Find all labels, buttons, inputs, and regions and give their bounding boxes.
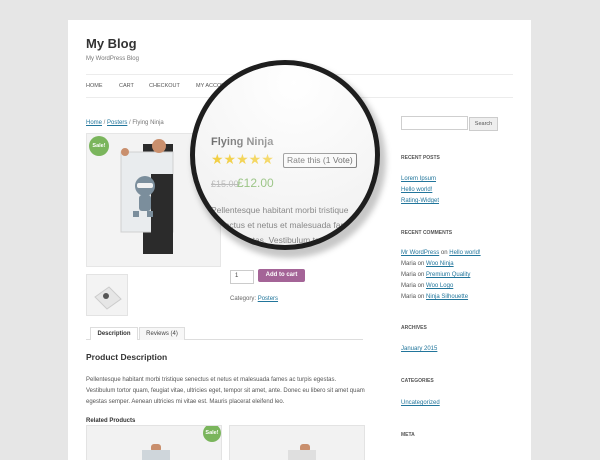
thumbnail-image — [94, 286, 122, 310]
add-to-cart-button[interactable]: Add to cart — [258, 269, 305, 282]
breadcrumb-home[interactable]: Home — [86, 120, 102, 126]
category-link[interactable]: Uncategorized — [401, 400, 440, 406]
related-product-card[interactable]: Sale! — [86, 425, 222, 460]
related-products-title: Related Products — [86, 418, 136, 424]
recent-posts-title: RECENT POSTS — [401, 155, 440, 161]
magnified-short-description: Pellentesque habitant morbi tristique se… — [211, 205, 368, 245]
search-input[interactable] — [401, 116, 468, 130]
recent-comment-item: Maria on Ninja Silhouette — [401, 294, 469, 300]
related-product-card[interactable] — [229, 425, 365, 460]
comment-post-link[interactable]: Ninja Silhouette — [426, 294, 468, 300]
sale-badge: Sale! — [89, 136, 109, 156]
archive-link[interactable]: January 2015 — [401, 346, 437, 352]
nav-item-cart[interactable]: CART — [119, 83, 134, 89]
site-title[interactable]: My Blog — [86, 36, 137, 51]
breadcrumb-posters[interactable]: Posters — [107, 120, 127, 126]
recent-post-link[interactable]: Lorem Ipsum — [401, 176, 436, 182]
breadcrumb: Home / Posters / Flying Ninja — [86, 120, 164, 126]
comment-post-link[interactable]: Hello world! — [449, 250, 480, 256]
comment-post-link[interactable]: Premium Quality — [426, 272, 470, 278]
breadcrumb-current: Flying Ninja — [132, 120, 164, 126]
product-thumbnail[interactable] — [86, 274, 128, 316]
star-rating[interactable]: ★★★★★ — [211, 151, 274, 168]
old-price: £15.00 — [211, 179, 239, 189]
tab-reviews[interactable]: Reviews (4) — [139, 327, 185, 340]
magnifying-glass-icon: Flying Ninja ★★★★★ Rate this (1 Vote) £1… — [190, 60, 380, 250]
meta-title: META — [401, 432, 415, 438]
sale-price: £12.00 — [237, 176, 274, 190]
quantity-stepper[interactable]: 1 — [230, 270, 254, 284]
recent-post-link[interactable]: Rating-Widget — [401, 198, 439, 204]
nav-item-home[interactable]: HOME — [86, 83, 103, 89]
comment-post-link[interactable]: Woo Ninja — [426, 261, 454, 267]
nav-item-checkout[interactable]: CHECKOUT — [149, 83, 180, 89]
recent-post-link[interactable]: Hello world! — [401, 187, 432, 193]
archives-title: ARCHIVES — [401, 325, 427, 331]
recent-comment-item: Mr WordPress on Hello world! — [401, 250, 481, 256]
poster-graphic — [288, 450, 316, 460]
tab-description[interactable]: Description — [90, 327, 138, 340]
magnified-product-title: Flying Ninja — [211, 136, 274, 148]
rate-this-label[interactable]: Rate this (1 Vote) — [283, 153, 357, 168]
category-posters-link[interactable]: Posters — [258, 296, 278, 302]
description-title: Product Description — [86, 352, 168, 362]
related-sale-badge: Sale! — [203, 426, 221, 442]
search-button[interactable]: Search — [469, 117, 498, 131]
site-description: My WordPress Blog — [86, 56, 139, 62]
recent-comment-item: Maria on Premium Quality — [401, 272, 471, 278]
recent-comment-item: Maria on Woo Ninja — [401, 261, 454, 267]
recent-comments-title: RECENT COMMENTS — [401, 230, 453, 236]
comment-post-link[interactable]: Woo Logo — [426, 283, 453, 289]
poster-graphic — [142, 450, 170, 460]
categories-title: CATEGORIES — [401, 378, 434, 384]
description-body: Pellentesque habitant morbi tristique se… — [86, 377, 365, 405]
comment-author-link[interactable]: Mr WordPress — [401, 250, 439, 256]
recent-comment-item: Maria on Woo Logo — [401, 283, 454, 289]
product-tabs: Description Reviews (4) — [86, 325, 363, 340]
product-category: Category: Posters — [230, 296, 279, 302]
